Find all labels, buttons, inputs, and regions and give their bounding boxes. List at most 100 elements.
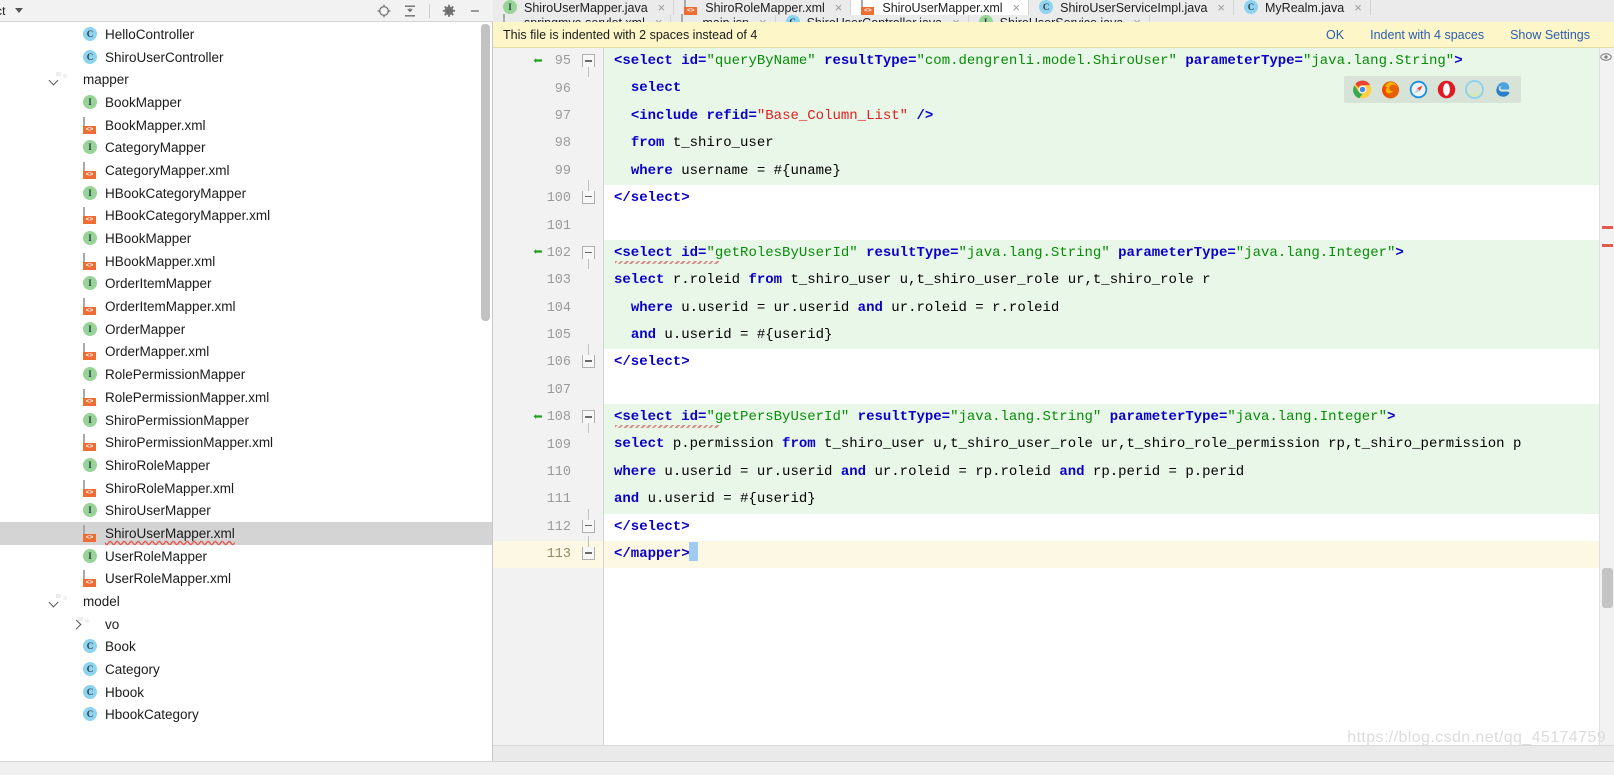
- tree-item[interactable]: C Category: [0, 658, 492, 681]
- fold-collapse-icon[interactable]: [582, 344, 595, 369]
- tree-item[interactable]: C HelloController: [0, 23, 492, 46]
- code-line[interactable]: select r.roleid from t_shiro_user u,t_sh…: [604, 267, 1599, 295]
- tree-item[interactable]: BookMapper.xml: [0, 114, 492, 137]
- error-stripe[interactable]: [1599, 48, 1614, 745]
- code-line[interactable]: <include refid="Base_Column_List" />: [604, 102, 1599, 131]
- editor-tab[interactable]: C ShiroUserServiceImpl.java ×: [1029, 0, 1235, 15]
- tree-item[interactable]: ShiroUserMapper.xml: [0, 522, 492, 545]
- editor-tab[interactable]: ShiroRoleMapper.xml ×: [674, 0, 852, 15]
- editor-tab[interactable]: C MyRealm.java ×: [1234, 0, 1371, 15]
- tree-item[interactable]: I HBookMapper: [0, 227, 492, 250]
- tree-item[interactable]: RolePermissionMapper.xml: [0, 386, 492, 409]
- code-line[interactable]: <select id="queryByName" resultType="com…: [604, 48, 1599, 76]
- code-line[interactable]: and u.userid = #{userid}: [604, 486, 1599, 514]
- code-folding-gutter[interactable]: [577, 48, 603, 745]
- tree-item[interactable]: I ShiroPermissionMapper: [0, 409, 492, 432]
- tree-item-label: Hbook: [105, 684, 145, 700]
- close-tab-icon[interactable]: ×: [835, 1, 843, 14]
- code-line[interactable]: where u.userid = ur.userid and ur.roleid…: [604, 458, 1599, 487]
- code-line[interactable]: <select id="getPersByUserId" resultType=…: [604, 404, 1599, 432]
- fold-collapse-icon[interactable]: [582, 245, 595, 269]
- tree-item[interactable]: HBookCategoryMapper.xml: [0, 205, 492, 228]
- notification-actions: OK Indent with 4 spaces Show Settings: [1326, 28, 1604, 42]
- chrome-icon[interactable]: [1353, 80, 1372, 99]
- fold-collapse-icon[interactable]: [582, 54, 595, 77]
- line-number: 111: [546, 492, 571, 508]
- minimize-icon[interactable]: [468, 4, 482, 18]
- code-line[interactable]: </select>: [604, 349, 1599, 376]
- line-number: 97: [554, 108, 571, 124]
- tree-item[interactable]: model: [0, 590, 492, 613]
- tree-item[interactable]: I OrderMapper: [0, 318, 492, 341]
- ok-link[interactable]: OK: [1326, 28, 1344, 42]
- code-line[interactable]: </select>: [604, 514, 1599, 541]
- editor-scrollbar-thumb[interactable]: [1602, 568, 1613, 608]
- code-line[interactable]: where u.userid = ur.userid and ur.roleid…: [604, 294, 1599, 322]
- close-tab-icon[interactable]: ×: [1354, 1, 1362, 14]
- navigate-left-arrow-icon[interactable]: ⬅: [533, 245, 543, 261]
- close-tab-icon[interactable]: ×: [1013, 1, 1021, 14]
- internet-explorer-icon[interactable]: [1465, 80, 1484, 99]
- tree-item[interactable]: I RolePermissionMapper: [0, 363, 492, 386]
- collapse-all-icon[interactable]: [403, 4, 417, 18]
- opera-icon[interactable]: [1437, 80, 1456, 99]
- code-line[interactable]: </mapper>: [604, 541, 1599, 569]
- project-tree-scrollbar[interactable]: [481, 24, 490, 321]
- fold-cell: [577, 295, 603, 322]
- code-line[interactable]: from t_shiro_user: [604, 130, 1599, 158]
- code-text-area[interactable]: <select id="queryByName" resultType="com…: [603, 48, 1599, 745]
- fold-collapse-icon[interactable]: [582, 179, 595, 204]
- tree-item[interactable]: C Book: [0, 636, 492, 659]
- tree-item[interactable]: CategoryMapper.xml: [0, 159, 492, 182]
- code-line[interactable]: where username = #{uname}: [604, 157, 1599, 185]
- tree-item[interactable]: ShiroRoleMapper.xml: [0, 477, 492, 500]
- edge-icon[interactable]: [1493, 80, 1512, 99]
- close-tab-icon[interactable]: ×: [1217, 1, 1225, 14]
- locate-icon[interactable]: [377, 4, 391, 18]
- close-tab-icon[interactable]: ×: [658, 1, 666, 14]
- editor-scrollbar[interactable]: [1602, 48, 1613, 648]
- fold-collapse-icon[interactable]: [582, 508, 595, 533]
- fold-collapse-icon[interactable]: [582, 536, 595, 561]
- tree-item[interactable]: I CategoryMapper: [0, 136, 492, 159]
- editor-tab[interactable]: I ShiroUserMapper.java ×: [493, 0, 675, 15]
- tree-item[interactable]: I UserRoleMapper: [0, 545, 492, 568]
- code-line[interactable]: and u.userid = #{userid}: [604, 321, 1599, 350]
- tree-item[interactable]: C HbookCategory: [0, 704, 492, 727]
- code-line[interactable]: [604, 377, 1599, 404]
- show-settings-link[interactable]: Show Settings: [1510, 28, 1590, 42]
- tree-item[interactable]: I ShiroUserMapper: [0, 499, 492, 522]
- line-number: 103: [546, 273, 571, 289]
- tree-item[interactable]: OrderMapper.xml: [0, 341, 492, 364]
- fold-collapse-icon[interactable]: [582, 410, 595, 434]
- navigate-left-arrow-icon[interactable]: ⬅: [533, 54, 543, 70]
- firefox-icon[interactable]: [1381, 80, 1400, 99]
- tree-item-label: UserRoleMapper.xml: [105, 571, 232, 587]
- tree-item[interactable]: vo: [0, 613, 492, 636]
- tree-item[interactable]: ShiroPermissionMapper.xml: [0, 431, 492, 454]
- safari-icon[interactable]: [1409, 80, 1428, 99]
- tree-item[interactable]: UserRoleMapper.xml: [0, 568, 492, 591]
- editor-tab[interactable]: ShiroUserMapper.xml ×: [851, 0, 1030, 15]
- line-number-gutter[interactable]: 95 ⬅ 96 97 98 99 100 101 102 ⬅ 103 104 105 106 107 108 ⬅…: [493, 48, 577, 745]
- code-line[interactable]: <select id="getRolesByUserId" resultType…: [604, 239, 1599, 268]
- indent-with-4-spaces-link[interactable]: Indent with 4 spaces: [1370, 28, 1484, 42]
- code-line[interactable]: </select>: [604, 185, 1599, 212]
- navigate-left-arrow-icon[interactable]: ⬅: [533, 410, 543, 426]
- tree-item[interactable]: HBookMapper.xml: [0, 250, 492, 273]
- code-line[interactable]: select p.permission from t_shiro_user u,…: [604, 431, 1599, 459]
- tree-item[interactable]: I BookMapper: [0, 91, 492, 114]
- code-line[interactable]: [604, 212, 1599, 239]
- gear-icon[interactable]: [442, 4, 456, 18]
- tree-item[interactable]: mapper: [0, 68, 492, 91]
- tree-item-label: Book: [105, 639, 136, 655]
- tree-item[interactable]: OrderItemMapper.xml: [0, 295, 492, 318]
- tree-item[interactable]: I OrderItemMapper: [0, 273, 492, 296]
- tree-item[interactable]: C ShiroUserController: [0, 46, 492, 69]
- tree-item[interactable]: I ShiroRoleMapper: [0, 454, 492, 477]
- tree-item[interactable]: C Hbook: [0, 681, 492, 704]
- tree-item[interactable]: I HBookCategoryMapper: [0, 182, 492, 205]
- chevron-down-icon[interactable]: [14, 8, 23, 13]
- interface-icon: I: [503, 0, 518, 15]
